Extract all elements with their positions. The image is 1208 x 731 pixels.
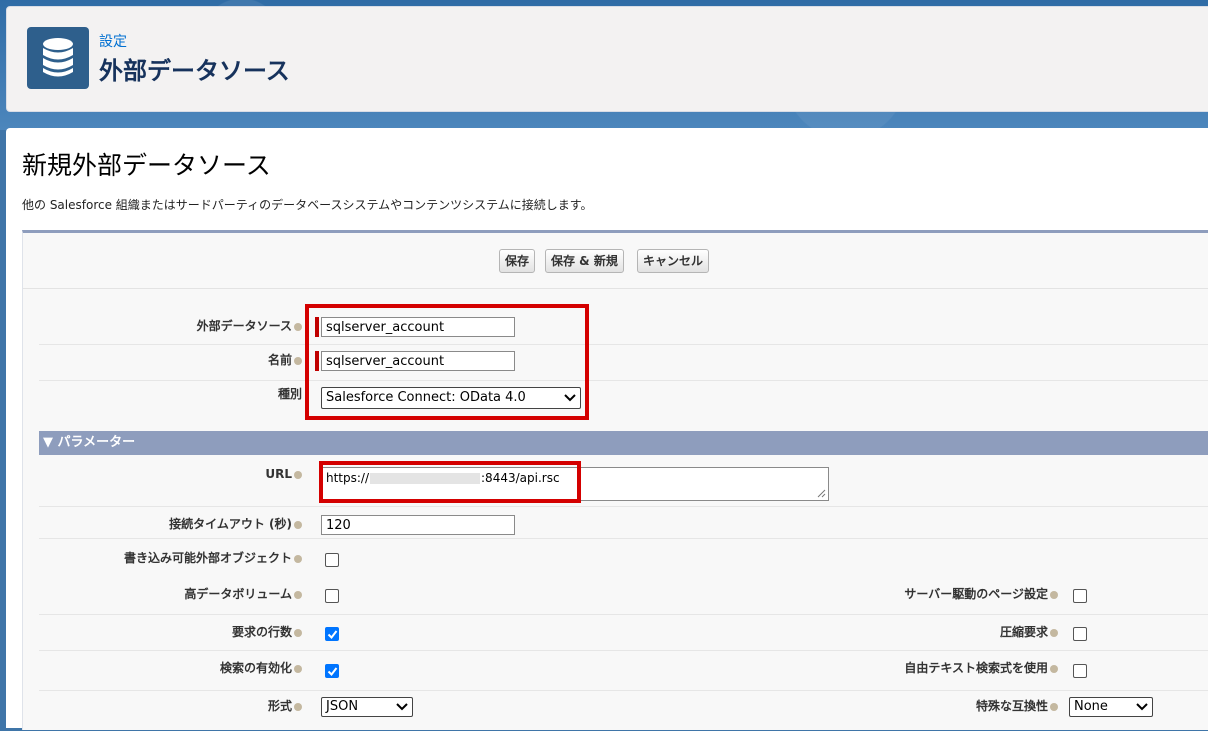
label-name: 名前 [268,351,302,368]
row-type [39,381,1208,425]
check-icon [327,667,338,677]
label-external-data-source: 外部データソース [197,317,302,334]
label-special-compat: 特殊な互換性 [976,697,1058,714]
page-header: 設定 外部データソース [6,6,1208,112]
label-free-text-search: 自由テキスト検索式を使用 [904,659,1058,676]
format-select[interactable]: JSON [321,697,413,717]
highlight-box-url [319,461,581,503]
database-icon [27,27,89,89]
chevron-down-icon [1136,703,1148,711]
label-type: 種別 [277,387,302,401]
button-row: 保存 保存 & 新規 キャンセル [23,233,1208,289]
help-icon[interactable] [1050,702,1058,711]
timeout-input[interactable] [321,515,515,535]
resize-handle-icon[interactable] [817,489,826,498]
help-icon[interactable] [294,520,302,529]
help-icon[interactable] [1050,664,1058,673]
label-enable-search: 検索の有効化 [220,659,302,676]
high-volume-checkbox[interactable] [325,589,339,603]
row-name [39,345,1208,381]
label-format: 形式 [268,697,302,714]
writable-checkbox[interactable] [325,553,339,567]
section-parameters[interactable]: ▼ パラメーター [39,431,1208,455]
breadcrumb-setup[interactable]: 設定 [99,31,127,51]
server-paging-checkbox[interactable] [1073,589,1087,603]
label-server-paging: サーバー駆動のページ設定 [904,585,1058,602]
help-icon[interactable] [294,322,302,331]
help-icon[interactable] [294,664,302,673]
help-icon[interactable] [294,470,302,479]
page-title: 新規外部データソース [22,151,271,180]
header-title: 外部データソース [99,57,290,85]
label-request-row-counts: 要求の行数 [232,623,302,640]
special-compat-select[interactable]: None [1069,697,1153,717]
page-description: 他の Salesforce 組織またはサードパーティのデータベースシステムやコン… [22,198,593,212]
label-url: URL [265,467,302,481]
triangle-down-icon: ▼ [43,435,58,450]
label-timeout: 接続タイムアウト (秒) [169,515,302,532]
help-icon[interactable] [1050,628,1058,637]
highlight-box-basic [305,304,589,420]
edit-form: 保存 保存 & 新規 キャンセル 外部データソース 名前 種別 Salesfor… [22,230,1208,730]
label-compression: 圧縮要求 [1000,623,1058,640]
help-icon[interactable] [294,628,302,637]
help-icon[interactable] [294,590,302,599]
help-icon[interactable] [294,356,302,365]
label-writable: 書き込み可能外部オブジェクト [124,549,302,566]
save-new-button[interactable]: 保存 & 新規 [545,249,624,273]
help-icon[interactable] [294,702,302,711]
compression-checkbox[interactable] [1073,627,1087,641]
request-row-counts-checkbox[interactable] [325,627,339,641]
save-button[interactable]: 保存 [499,249,536,273]
enable-search-checkbox[interactable] [325,664,339,678]
chevron-down-icon [396,703,408,711]
free-text-search-checkbox[interactable] [1073,664,1087,678]
check-icon [327,630,338,640]
help-icon[interactable] [1050,590,1058,599]
special-compat-select-value: None [1074,699,1108,714]
format-select-value: JSON [326,699,359,714]
main-content: 新規外部データソース 他の Salesforce 組織またはサードパーティのデー… [6,128,1208,730]
help-icon[interactable] [294,554,302,563]
label-high-volume: 高データボリューム [184,585,302,602]
cancel-button[interactable]: キャンセル [637,249,710,273]
